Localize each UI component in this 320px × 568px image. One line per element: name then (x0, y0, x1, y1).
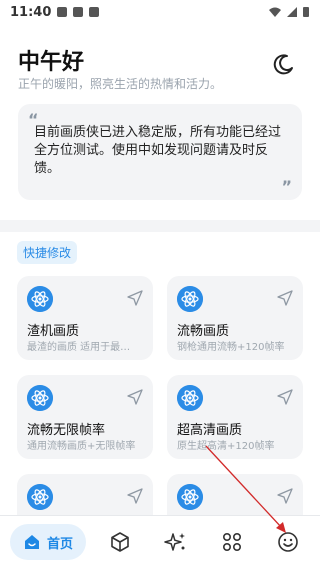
preset-desc: 最渣的画质 适用于最… (27, 342, 131, 353)
announcement-card: “ 目前画质侠已进入稳定版，所有功能已经过全方位测试。使用中如发现问题请及时反馈… (18, 104, 302, 200)
preset-title: 流畅无限帧率 (27, 423, 106, 438)
atom-icon (27, 484, 53, 510)
quote-close-mark: ” (281, 177, 292, 196)
notification-icon (57, 7, 68, 17)
preset-card[interactable]: 流畅无限帧率 通用流畅画质+无限帧率 (17, 375, 153, 459)
atom-icon (177, 385, 203, 411)
sparkles-icon[interactable] (164, 530, 188, 554)
atom-icon (177, 484, 203, 510)
send-icon[interactable] (127, 389, 143, 405)
signal-icon (287, 7, 297, 17)
preset-title: 渣机画质 (27, 324, 80, 339)
send-icon[interactable] (277, 488, 293, 504)
smile-icon[interactable] (276, 530, 300, 554)
preset-card[interactable]: 渣机画质 最渣的画质 适用于最… (17, 276, 153, 360)
atom-icon (27, 385, 53, 411)
moon-icon[interactable] (272, 52, 296, 76)
preset-card[interactable]: 流畅画质 钢枪通用流畅+120帧率 (167, 276, 303, 360)
apps-grid-icon[interactable] (220, 530, 244, 554)
status-bar: 11:40 (0, 0, 320, 24)
battery-icon (303, 7, 309, 17)
status-time: 11:40 (10, 4, 52, 20)
send-icon[interactable] (277, 290, 293, 306)
atom-icon (177, 286, 203, 312)
preset-desc: 原生超高清+120帧率 (177, 441, 275, 452)
notification-icon (73, 7, 84, 17)
send-icon[interactable] (277, 389, 293, 405)
home-icon (24, 535, 39, 549)
atom-icon (27, 286, 53, 312)
preset-desc: 通用流畅画质+无限帧率 (27, 441, 136, 452)
wifi-icon (269, 7, 281, 17)
bottom-nav: 首页 (0, 515, 320, 568)
announcement-text: 目前画质侠已进入稳定版，所有功能已经过全方位测试。使用中如发现问题请及时反馈。 (34, 125, 282, 176)
cube-icon[interactable] (108, 530, 132, 554)
preset-title: 超高清画质 (177, 423, 243, 438)
send-icon[interactable] (127, 488, 143, 504)
greeting-subtitle: 正午的暖阳，照亮生活的热情和活力。 (18, 77, 223, 91)
notification-icon (89, 7, 100, 17)
quick-edit-chip: 快捷修改 (17, 241, 78, 264)
greeting-title: 中午好 (18, 50, 85, 75)
nav-home-button[interactable]: 首页 (10, 524, 86, 560)
greeting-header: 中午好 正午的暖阳，照亮生活的热情和活力。 “ 目前画质侠已进入稳定版，所有功能… (0, 24, 320, 220)
preset-desc: 钢枪通用流畅+120帧率 (177, 342, 285, 353)
preset-title: 流畅画质 (177, 324, 230, 339)
send-icon[interactable] (127, 290, 143, 306)
nav-home-label: 首页 (46, 536, 73, 552)
preset-card[interactable]: 超高清画质 原生超高清+120帧率 (167, 375, 303, 459)
